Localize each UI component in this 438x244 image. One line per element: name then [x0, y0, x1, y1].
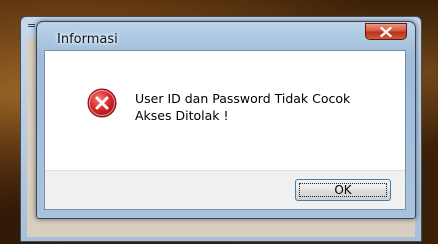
- message-line-2: Akses Ditolak !: [135, 108, 229, 123]
- desktop-background: = l Informasi User ID dan Password Tidak…: [0, 0, 438, 244]
- dialog-footer: OK: [45, 170, 405, 209]
- ok-button-label: OK: [299, 183, 387, 197]
- dialog-titlebar[interactable]: Informasi: [37, 22, 415, 50]
- error-icon: [87, 88, 117, 118]
- message-dialog: Informasi User ID dan Password Tidak Coc…: [36, 21, 416, 219]
- ok-button[interactable]: OK: [295, 179, 391, 201]
- close-icon: [380, 27, 392, 37]
- close-button[interactable]: [365, 23, 407, 40]
- dialog-content: User ID dan Password Tidak Cocok Akses D…: [44, 50, 406, 210]
- error-message: User ID dan Password Tidak Cocok Akses D…: [135, 90, 350, 124]
- dialog-title: Informasi: [57, 32, 118, 47]
- message-line-1: User ID dan Password Tidak Cocok: [135, 91, 351, 106]
